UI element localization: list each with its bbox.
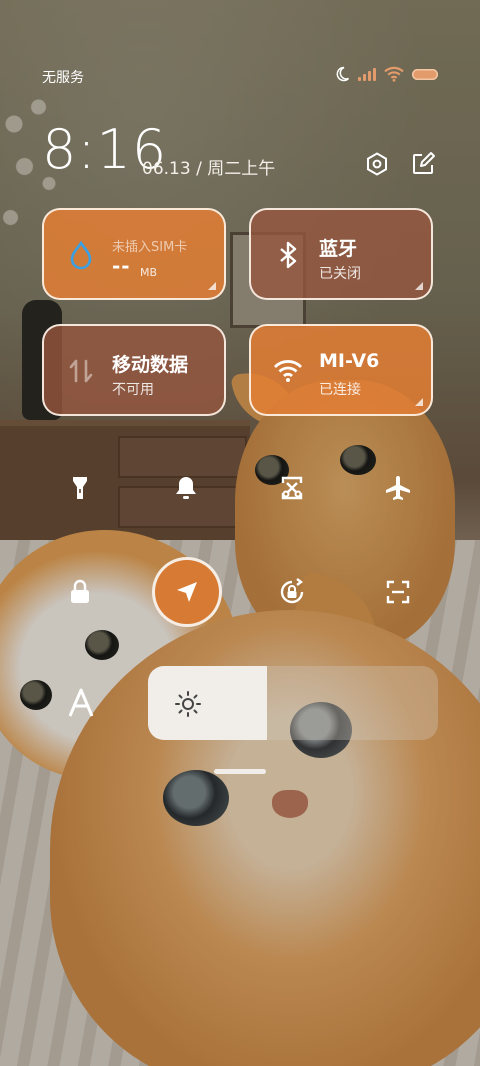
battery-icon <box>412 68 438 80</box>
airplane-icon <box>386 476 410 500</box>
signal-icon <box>358 67 376 81</box>
brightness-fill <box>148 666 267 740</box>
tile-data-value: -- <box>112 254 131 278</box>
toggle-mute[interactable] <box>156 458 216 518</box>
toggle-airplane[interactable] <box>368 458 428 518</box>
corner-arrow-icon <box>415 282 423 290</box>
font-size-icon[interactable] <box>64 686 98 720</box>
mobile-data-icon <box>69 359 93 383</box>
status-icons <box>334 66 438 82</box>
corner-arrow-icon <box>208 282 216 290</box>
brightness-slider[interactable] <box>148 666 438 740</box>
toggle-flashlight[interactable] <box>50 458 110 518</box>
corner-arrow-icon <box>415 398 423 406</box>
tile-data-title: 未插入SIM卡 <box>112 240 188 255</box>
wifi-icon <box>384 66 404 82</box>
scan-icon <box>386 580 410 604</box>
bluetooth-icon <box>280 241 297 269</box>
toggle-scanner[interactable] <box>368 562 428 622</box>
screenshot-icon <box>281 476 303 500</box>
tile-wifi-title: MI-V6 <box>319 350 380 372</box>
toggle-rotation-lock[interactable] <box>262 562 322 622</box>
tile-wifi[interactable]: MI-V6 已连接 <box>249 324 433 416</box>
sun-icon <box>175 691 201 717</box>
tile-data-usage[interactable]: 未插入SIM卡 -- MB <box>42 208 226 300</box>
toggle-location[interactable] <box>155 560 219 624</box>
tile-bluetooth[interactable]: 蓝牙 已关闭 <box>249 208 433 300</box>
wifi-icon <box>273 360 303 382</box>
tile-wifi-status: 已连接 <box>319 382 361 398</box>
date-label: 06.13 / 周二上午 <box>142 159 276 179</box>
tile-mobile-data-title: 移动数据 <box>112 354 189 376</box>
lock-icon <box>71 579 89 603</box>
tile-mobile-data[interactable]: 移动数据 不可用 <box>42 324 226 416</box>
bell-icon <box>176 477 196 499</box>
rotation-lock-icon <box>280 578 304 604</box>
tile-bluetooth-status: 已关闭 <box>319 266 361 282</box>
flashlight-icon <box>73 477 87 499</box>
status-bar: 无服务 <box>0 64 480 88</box>
home-indicator[interactable] <box>214 769 266 774</box>
tile-mobile-data-status: 不可用 <box>112 382 154 398</box>
carrier-label: 无服务 <box>42 70 84 86</box>
moon-icon <box>336 66 350 82</box>
tile-bluetooth-title: 蓝牙 <box>319 238 358 260</box>
toggle-lock-screen[interactable] <box>50 562 110 622</box>
settings-icon[interactable] <box>364 151 390 177</box>
toggle-screenshot[interactable] <box>262 458 322 518</box>
location-icon <box>177 582 197 602</box>
edit-icon[interactable] <box>410 151 436 177</box>
tile-data-unit: MB <box>140 266 158 279</box>
water-drop-icon <box>70 240 92 270</box>
